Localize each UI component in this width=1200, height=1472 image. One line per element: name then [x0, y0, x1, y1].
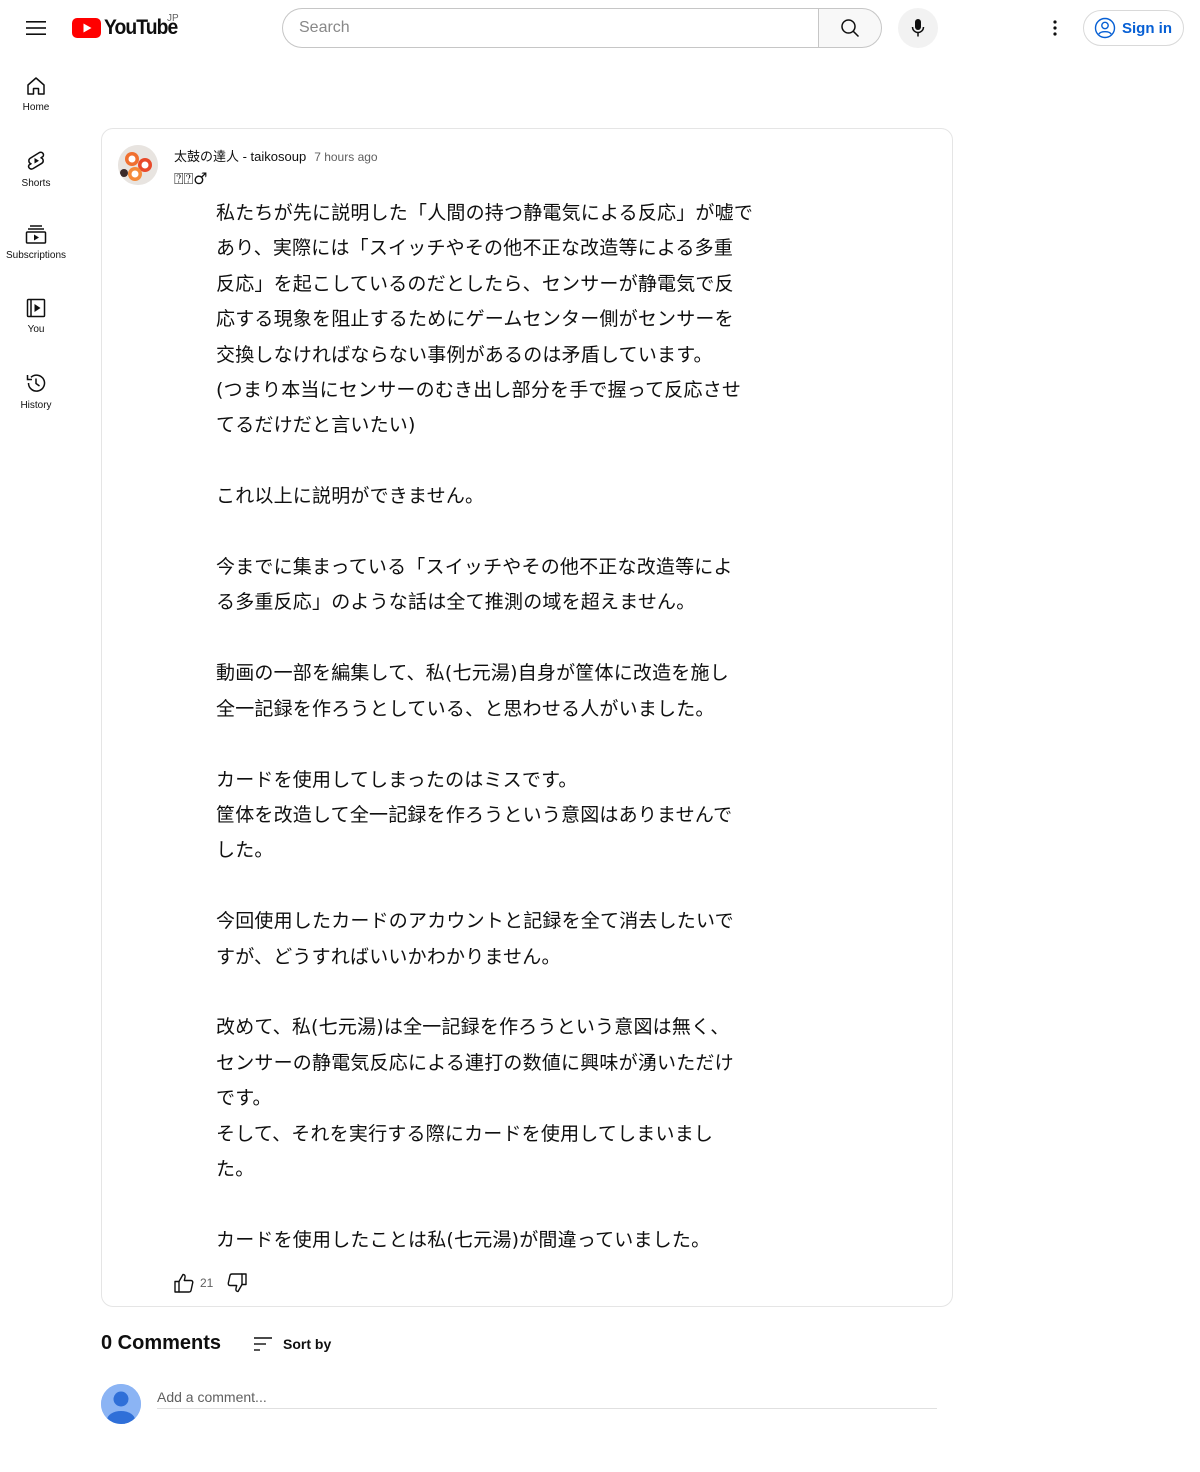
search-box: [282, 8, 819, 48]
add-comment-input[interactable]: [157, 1385, 937, 1409]
thumb-up-icon: [174, 1273, 194, 1293]
guide-item-home[interactable]: Home: [0, 56, 72, 130]
hamburger-menu-icon: [26, 21, 46, 35]
post-action-bar: 21: [172, 1269, 249, 1297]
more-vert-icon: [1053, 20, 1057, 36]
guide-item-you[interactable]: You: [0, 278, 72, 352]
history-icon: [26, 374, 46, 392]
home-icon: [27, 77, 45, 95]
sign-in-label: Sign in: [1122, 19, 1172, 37]
masthead: YouTube JP Sign in: [0, 0, 1200, 56]
search-button[interactable]: [818, 8, 882, 48]
dislike-button[interactable]: [225, 1271, 249, 1295]
post-emoji-line: ⍰⍰♂: [174, 169, 208, 188]
mini-guide: Home Shorts Subscriptions You History: [0, 56, 72, 426]
search-input[interactable]: [299, 19, 819, 37]
post-header: 太鼓の達人 - taikosoup 7 hours ago: [174, 146, 378, 165]
default-user-avatar-icon: [101, 1384, 141, 1424]
guide-item-label: You: [27, 324, 45, 335]
youtube-play-logo-icon: [72, 18, 101, 38]
shorts-icon: [27, 151, 45, 170]
guide-item-label: Home: [22, 102, 50, 113]
avatar-image: [118, 145, 158, 185]
guide-item-subscriptions[interactable]: Subscriptions: [0, 204, 72, 278]
commenter-avatar: [101, 1384, 141, 1424]
account-circle-icon: [1094, 17, 1116, 39]
guide-item-shorts[interactable]: Shorts: [0, 130, 72, 204]
sort-by-label: Sort by: [283, 1335, 332, 1352]
like-button[interactable]: [172, 1271, 196, 1295]
sort-by-button[interactable]: Sort by: [253, 1336, 331, 1352]
author-name[interactable]: 太鼓の達人 - taikosoup: [174, 146, 306, 165]
sort-icon: [254, 1336, 273, 1351]
guide-item-label: Subscriptions: [5, 250, 67, 261]
search-icon: [841, 19, 860, 38]
guide-menu-button[interactable]: [16, 8, 56, 48]
sign-in-button[interactable]: Sign in: [1083, 10, 1184, 46]
comments-header: 0 Comments Sort by: [101, 1332, 331, 1355]
post-content-text: 私たちが先に説明した「人間の持つ静電気による反応」が嘘で あり、実際には「スイッ…: [216, 202, 754, 1251]
thumb-down-icon: [227, 1273, 248, 1293]
guide-item-history[interactable]: History: [0, 352, 72, 426]
microphone-icon: [911, 19, 925, 37]
guide-item-label: Shorts: [21, 178, 51, 189]
channel-avatar[interactable]: [118, 145, 158, 185]
guide-item-label: History: [20, 400, 52, 411]
subscriptions-icon: [25, 225, 47, 244]
comments-count: 0 Comments: [101, 1332, 222, 1354]
voice-search-button[interactable]: [898, 8, 938, 48]
community-post: 太鼓の達人 - taikosoup 7 hours ago ⍰⍰♂ 私たちが先に…: [101, 128, 953, 1307]
region-code: JP: [167, 13, 179, 24]
post-timestamp[interactable]: 7 hours ago: [314, 150, 377, 164]
settings-more-button[interactable]: [1035, 8, 1075, 48]
like-count: 21: [200, 1276, 214, 1290]
you-icon: [26, 298, 46, 318]
